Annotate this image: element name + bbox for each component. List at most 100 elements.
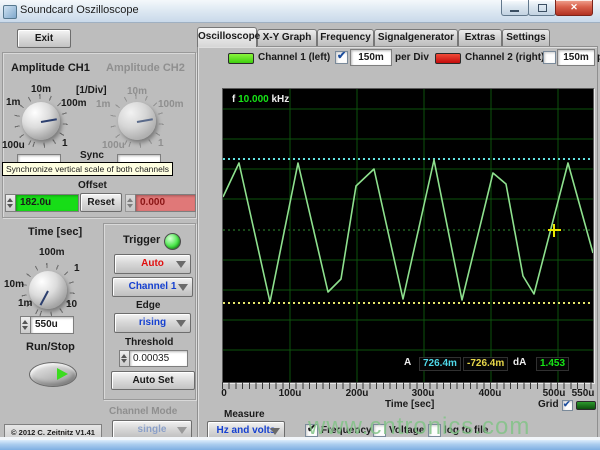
tab-extras[interactable]: Extras: [458, 29, 502, 46]
channel2-scale-checkbox[interactable]: [543, 51, 556, 64]
time-axis-ruler: [222, 382, 592, 389]
channel1-scale-field[interactable]: 150m: [350, 49, 392, 66]
scope-display[interactable]: f 10.000 kHz A 726.4m -726.4m dA 1.453: [222, 88, 594, 383]
amplitude-ch1-knob[interactable]: [22, 102, 60, 140]
grid-label: Grid: [538, 399, 559, 410]
amplitude-pos-value: 726.4m: [419, 357, 461, 371]
x-axis-title: Time [sec]: [385, 399, 434, 410]
time-dial-10: 10: [66, 299, 77, 310]
channel2-label: Channel 2 (right): [465, 52, 544, 63]
ch1-dial-100m: 100m: [61, 98, 87, 109]
exit-button[interactable]: Exit: [17, 29, 71, 48]
time-dial-100m: 100m: [39, 247, 65, 258]
channel1-color-swatch: [228, 53, 254, 64]
window-title: Soundcard Oszilloscope: [20, 4, 139, 16]
da-label: dA: [513, 357, 526, 368]
time-knob[interactable]: [29, 271, 67, 309]
maximize-button[interactable]: [528, 0, 556, 16]
trigger-mode-dropdown[interactable]: Auto: [114, 254, 191, 274]
channel-mode-title: Channel Mode: [109, 406, 177, 417]
tab-signalgenerator[interactable]: Signalgenerator: [374, 29, 458, 46]
offset-ch1-spinner[interactable]: [5, 194, 15, 212]
chevron-down-icon: [177, 427, 187, 434]
time-needle: [40, 291, 49, 306]
grid-checkbox[interactable]: ✔: [562, 400, 573, 411]
amplitude-ch1-needle: [41, 118, 57, 123]
offset-reset-button[interactable]: Reset: [80, 193, 122, 212]
app-icon: [3, 5, 17, 19]
ch1-dial-1m: 1m: [6, 97, 20, 108]
amplitude-a-label: A: [404, 357, 411, 368]
amplitude-neg-value: -726.4m: [463, 357, 508, 371]
minimize-button[interactable]: [501, 0, 529, 16]
watermark-text: www.cntronics.com: [308, 413, 530, 441]
play-icon: [57, 368, 68, 380]
freq-value: 10.000: [238, 94, 269, 105]
threshold-spinner[interactable]: [119, 350, 129, 367]
trigger-source-value: Channel 1: [129, 281, 177, 292]
channel-mode-value: single: [138, 424, 167, 435]
xtick-300u: 300u: [412, 388, 435, 399]
app-window: Soundcard Oszilloscope ✕ Exit Amplitude …: [0, 0, 600, 450]
auto-set-button[interactable]: Auto Set: [111, 371, 195, 390]
trigger-source-dropdown[interactable]: Channel 1: [112, 277, 193, 297]
chevron-down-icon: [176, 320, 186, 327]
chevron-down-icon: [178, 284, 188, 291]
amplitude-ch2-needle: [137, 118, 153, 123]
cursor-icon[interactable]: [553, 224, 555, 237]
xtick-500u: 500u: [543, 388, 566, 399]
run-stop-button[interactable]: [29, 362, 77, 387]
amplitude-ch1-title: Amplitude CH1: [11, 62, 90, 74]
edge-dropdown[interactable]: rising: [114, 313, 191, 333]
time-value[interactable]: 550u: [30, 316, 74, 334]
xtick-100u: 100u: [279, 388, 302, 399]
check-icon: ✔: [563, 399, 571, 410]
amplitude-ch2-knob[interactable]: [118, 102, 156, 140]
run-stop-label: Run/Stop: [26, 341, 75, 353]
ch2-dial-1m: 1m: [96, 99, 110, 110]
ch2-dial-10m: 10m: [127, 86, 147, 97]
offset-ch2-value: 0.000: [135, 194, 196, 212]
channel2-scale-field[interactable]: 150m: [557, 49, 595, 66]
title-bar: Soundcard Oszilloscope ✕: [0, 0, 600, 23]
edge-title: Edge: [136, 300, 160, 311]
measure-mode-value: Hz and volts: [217, 425, 276, 436]
edge-value: rising: [139, 317, 166, 328]
amplitude-ch2-title: Amplitude CH2: [106, 62, 185, 74]
sync-label: Sync: [80, 150, 104, 161]
check-icon: ✔: [337, 49, 346, 62]
threshold-value[interactable]: 0.00035: [129, 350, 188, 367]
close-icon: ✕: [556, 0, 592, 14]
grid-color-swatch: [576, 401, 596, 410]
frequency-readout: f 10.000 kHz: [232, 94, 289, 105]
tab-oscilloscope[interactable]: Oscilloscope: [197, 27, 257, 47]
xtick-0: 0: [221, 388, 227, 399]
time-spinner[interactable]: [20, 316, 30, 334]
measure-title: Measure: [224, 409, 265, 420]
xtick-200u: 200u: [346, 388, 369, 399]
ch2-dial-100m: 100m: [158, 99, 184, 110]
xtick-550u: 550u: [572, 388, 595, 399]
scope-canvas: [223, 89, 593, 382]
threshold-title: Threshold: [125, 337, 173, 348]
ch1-dial-10m: 10m: [31, 84, 51, 95]
time-dial-1m: 1m: [18, 298, 32, 309]
trigger-mode-value: Auto: [141, 258, 164, 269]
chevron-down-icon: [270, 428, 280, 435]
offset-title: Offset: [78, 180, 107, 191]
offset-ch1-value[interactable]: 182.0u: [15, 194, 79, 212]
ch1-dial-1: 1: [62, 138, 68, 149]
time-title: Time [sec]: [28, 226, 82, 238]
tab-xy-graph[interactable]: X-Y Graph: [257, 29, 317, 46]
offset-ch2-spinner[interactable]: [125, 194, 135, 212]
channel1-label: Channel 1 (left): [258, 52, 330, 63]
minimize-icon: [510, 10, 519, 12]
xtick-400u: 400u: [479, 388, 502, 399]
amplitude-unit-label: [1/Div]: [76, 85, 107, 96]
tab-settings[interactable]: Settings: [502, 29, 550, 46]
close-button[interactable]: ✕: [555, 0, 593, 16]
ch2-dial-1: 1: [158, 138, 164, 149]
channel1-scale-checkbox[interactable]: ✔: [335, 51, 348, 64]
da-value: 1.453: [536, 357, 569, 371]
tab-frequency[interactable]: Frequency: [317, 29, 374, 46]
